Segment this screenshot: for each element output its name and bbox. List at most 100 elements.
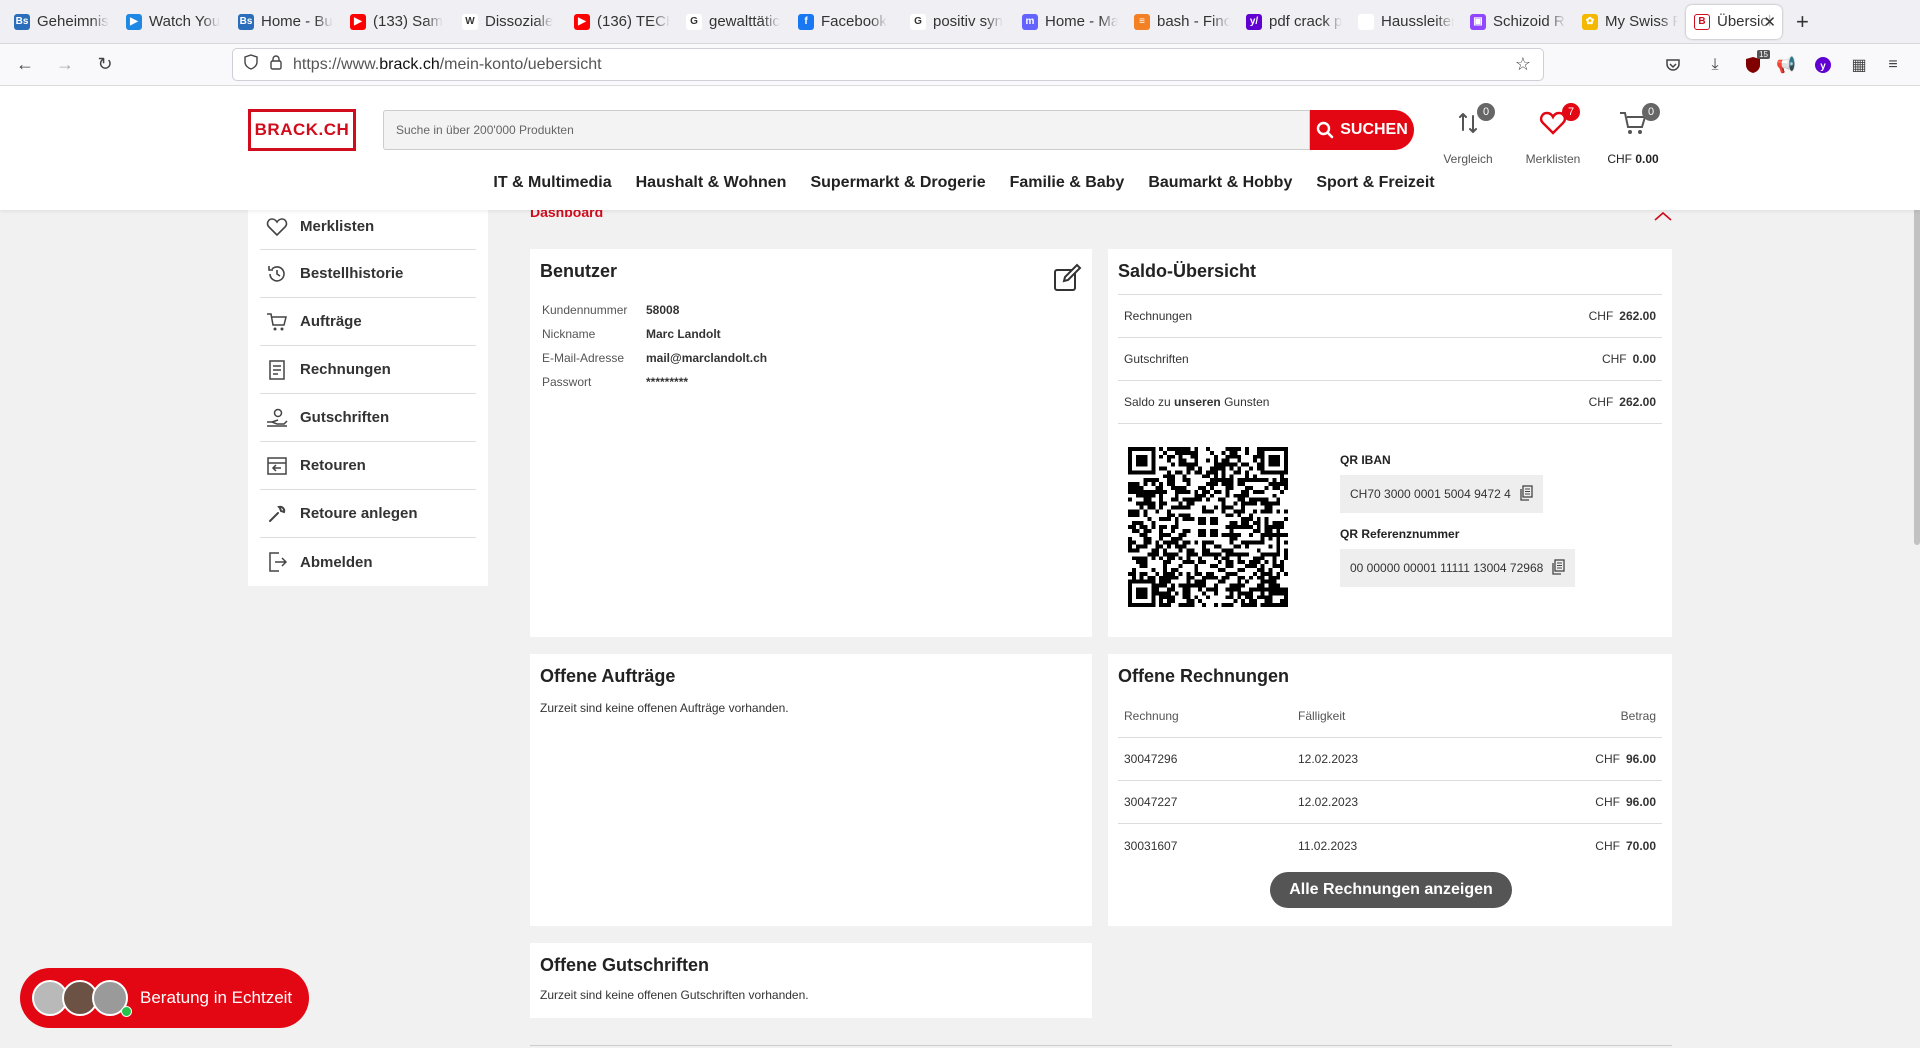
- site-header: BRACK.CH Suche in über 200'000 Produkten…: [0, 86, 1920, 210]
- megaphone-extension-icon[interactable]: 📢: [1775, 54, 1797, 76]
- invoice-number[interactable]: 30031607: [1124, 839, 1298, 853]
- compare-count-badge: 0: [1477, 103, 1495, 121]
- browser-tab[interactable]: Bs Geheimnis: [6, 5, 118, 39]
- amount: 70.00: [1625, 838, 1656, 853]
- tab-favicon-icon: ▣: [1470, 13, 1486, 30]
- invoice-number[interactable]: 30047296: [1124, 752, 1298, 766]
- qr-ref-box[interactable]: 00 00000 00001 11111 13004 72968: [1340, 549, 1576, 587]
- account-sidebar: Merklisten Bestellhistorie Aufträge Rech…: [248, 200, 488, 586]
- sidebar-item-label: Aufträge: [300, 313, 362, 330]
- search-input[interactable]: Suche in über 200'000 Produkten: [383, 110, 1310, 150]
- sidebar-item-retouren[interactable]: Retouren: [260, 442, 476, 490]
- url-bar[interactable]: https://www.brack.ch/mein-konto/uebersic…: [232, 48, 1544, 81]
- browser-tab[interactable]: Bs Home - Bu: [230, 5, 342, 39]
- search-button[interactable]: SUCHEN: [1310, 110, 1414, 150]
- close-tab-icon[interactable]: ✕: [1763, 13, 1776, 31]
- pocket-icon[interactable]: [1662, 54, 1684, 76]
- extension-icon[interactable]: ▦: [1848, 54, 1870, 76]
- ublock-extension-icon[interactable]: 15: [1742, 50, 1770, 76]
- copy-icon[interactable]: [1551, 558, 1565, 578]
- cart-button[interactable]: 0 CHF 0.00: [1598, 103, 1668, 166]
- balance-row-saldo: Saldo zu unseren Gunsten CHF 262.00: [1118, 381, 1662, 424]
- compare-button[interactable]: 0 Vergleich: [1433, 103, 1503, 166]
- bookmark-star-icon[interactable]: ☆: [1515, 54, 1531, 75]
- yahoo-extension-icon[interactable]: y: [1812, 54, 1834, 76]
- browser-tab[interactable]: m Home - Ma: [1014, 5, 1126, 39]
- invoice-amount: CHF 96.00: [1595, 795, 1656, 809]
- history-icon: [266, 263, 288, 285]
- downloads-icon[interactable]: ⤓: [1704, 54, 1726, 76]
- category-supermarkt-drogerie[interactable]: Supermarkt & Drogerie: [810, 174, 985, 192]
- user-card: Benutzer Kundennummer 58008 Nickname Marc …: [530, 249, 1092, 637]
- payment-qr-code: [1128, 447, 1288, 607]
- sidebar-item-gutschriften[interactable]: Gutschriften: [260, 394, 476, 442]
- qr-iban-value: CH70 3000 0001 5004 9472 4: [1350, 487, 1511, 501]
- sidebar-item-rechnungen[interactable]: Rechnungen: [260, 346, 476, 394]
- lock-icon[interactable]: [269, 54, 283, 75]
- qr-iban-box[interactable]: CH70 3000 0001 5004 9472 4: [1340, 475, 1543, 513]
- live-chat-button[interactable]: Beratung in Echtzeit: [20, 968, 309, 1028]
- new-tab-button[interactable]: +: [1796, 9, 1809, 35]
- chevron-up-icon[interactable]: [1654, 208, 1672, 226]
- cart-count-badge: 0: [1642, 103, 1660, 121]
- reload-icon[interactable]: ↻: [90, 50, 120, 80]
- browser-tab[interactable]: ▶ (136) TECH: [566, 5, 678, 39]
- invoice-amount: CHF 70.00: [1595, 839, 1656, 853]
- table-row[interactable]: 30031607 11.02.2023 CHF 70.00: [1118, 824, 1662, 867]
- table-row[interactable]: 30047296 12.02.2023 CHF 96.00: [1118, 738, 1662, 781]
- tab-label: Facebook: [821, 13, 887, 30]
- invoice-amount: CHF 96.00: [1595, 752, 1656, 766]
- sidebar-item-bestellhistorie[interactable]: Bestellhistorie: [260, 250, 476, 298]
- browser-tab[interactable]: ▶ Watch You: [118, 5, 230, 39]
- currency: CHF: [1595, 795, 1620, 809]
- open-orders-card: Offene Aufträge Zurzeit sind keine offen…: [530, 654, 1092, 926]
- tab-favicon-icon: ▶: [350, 13, 366, 30]
- shield-icon[interactable]: [243, 54, 259, 75]
- browser-tab[interactable]: Haussleiter, D: [1350, 5, 1462, 39]
- copy-icon[interactable]: [1519, 484, 1533, 504]
- amount: 0.00: [1632, 352, 1656, 366]
- browser-tab[interactable]: ≡ bash - Finc: [1126, 5, 1238, 39]
- category-haushalt-wohnen[interactable]: Haushalt & Wohnen: [636, 174, 787, 192]
- browser-tab[interactable]: Ggewalttätic: [678, 5, 790, 39]
- sidebar-item-abmelden[interactable]: Abmelden: [260, 538, 476, 586]
- logout-icon: [266, 551, 288, 573]
- balance-card: Saldo-Übersicht Rechnungen CHF 262.00 Gut…: [1108, 249, 1672, 637]
- open-credits-title: Offene Gutschriften: [540, 955, 710, 975]
- category-it-multimedia[interactable]: IT & Multimedia: [493, 174, 611, 192]
- sidebar-item-retoure-anlegen[interactable]: Retoure anlegen: [260, 490, 476, 538]
- back-icon[interactable]: ←: [10, 50, 40, 80]
- browser-tab[interactable]: Gpositiv syn: [902, 5, 1014, 39]
- brack-logo[interactable]: BRACK.CH: [248, 109, 356, 151]
- sidebar-item-label: Abmelden: [300, 553, 373, 571]
- category-familie-baby[interactable]: Familie & Baby: [1010, 174, 1125, 192]
- browser-tab[interactable]: W Dissoziale: [454, 5, 566, 39]
- url-text[interactable]: https://www.brack.ch/mein-konto/uebersic…: [293, 56, 602, 74]
- sidebar-item-auftraege[interactable]: Aufträge: [260, 298, 476, 346]
- category-sport-freizeit[interactable]: Sport & Freizeit: [1316, 174, 1434, 192]
- wishlist-button[interactable]: 7 Merklisten: [1518, 103, 1588, 166]
- table-row[interactable]: 30047227 12.02.2023 CHF 96.00: [1118, 781, 1662, 824]
- browser-tab[interactable]: ▣ Schizoid Ri: [1462, 5, 1574, 39]
- wrench-icon: [266, 503, 288, 525]
- category-baumarkt-hobby[interactable]: Baumarkt & Hobby: [1148, 174, 1292, 192]
- tab-active[interactable]: B Übersich ✕: [1686, 4, 1782, 39]
- compare-label: Vergleich: [1443, 152, 1493, 166]
- browser-tab[interactable]: ▶ (133) Sam: [342, 5, 454, 39]
- menu-icon[interactable]: ≡: [1882, 54, 1904, 76]
- amount: 96.00: [1625, 795, 1656, 809]
- edit-icon[interactable]: [1052, 263, 1082, 298]
- balance-amount: CHF 262.00: [1589, 309, 1656, 323]
- invoice-number[interactable]: 30047227: [1124, 795, 1298, 809]
- field-key: E-Mail-Adresse: [542, 351, 625, 365]
- wishlist-label: Merklisten: [1525, 152, 1581, 166]
- all-invoices-button[interactable]: Alle Rechnungen anzeigen: [1270, 872, 1512, 908]
- browser-tab[interactable]: f Facebook: [790, 5, 902, 39]
- currency: CHF: [1588, 309, 1614, 323]
- browser-tab[interactable]: ✿ My Swiss F: [1574, 5, 1686, 39]
- search-icon: [1317, 121, 1334, 139]
- field-value: Marc Landolt: [646, 327, 721, 341]
- browser-tab[interactable]: y/pdf crack p: [1238, 5, 1350, 39]
- forward-icon[interactable]: →: [50, 50, 80, 80]
- amount: 96.00: [1625, 752, 1656, 766]
